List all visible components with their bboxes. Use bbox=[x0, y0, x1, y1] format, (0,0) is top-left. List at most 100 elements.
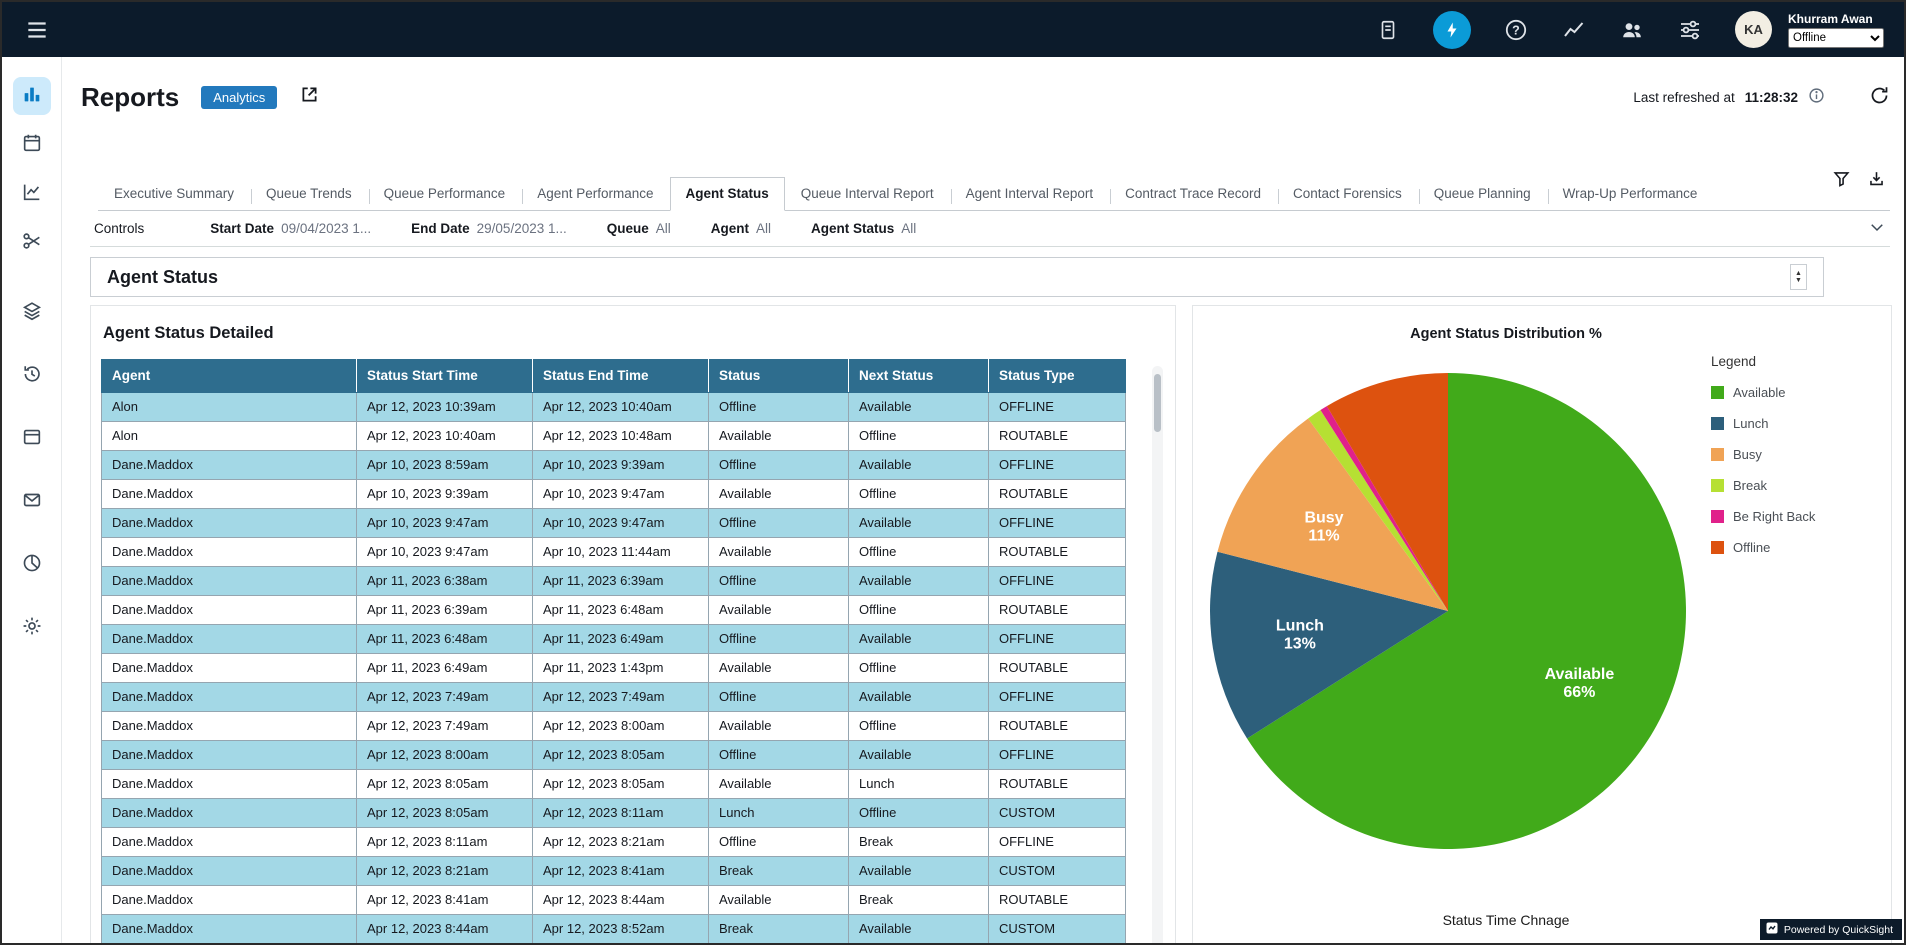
table-row[interactable]: Dane.MaddoxApr 12, 2023 8:44amApr 12, 20… bbox=[102, 915, 1126, 944]
table-row[interactable]: Dane.MaddoxApr 12, 2023 7:49amApr 12, 20… bbox=[102, 712, 1126, 741]
legend-item-busy[interactable]: Busy bbox=[1711, 447, 1889, 462]
sidebar-item-reports[interactable] bbox=[13, 77, 51, 115]
tab-agent-performance[interactable]: Agent Performance bbox=[521, 177, 669, 211]
tab-agent-interval-report[interactable]: Agent Interval Report bbox=[950, 177, 1110, 211]
avatar[interactable]: KA bbox=[1735, 11, 1772, 48]
table-cell: Lunch bbox=[709, 799, 849, 828]
legend-item-be-right-back[interactable]: Be Right Back bbox=[1711, 509, 1889, 524]
table-row[interactable]: Dane.MaddoxApr 10, 2023 8:59amApr 10, 20… bbox=[102, 451, 1126, 480]
tab-queue-interval-report[interactable]: Queue Interval Report bbox=[785, 177, 950, 211]
table-row[interactable]: AlonApr 12, 2023 10:39amApr 12, 2023 10:… bbox=[102, 393, 1126, 422]
section-stepper[interactable]: ▲▼ bbox=[1790, 264, 1807, 290]
menu-button[interactable] bbox=[22, 15, 52, 45]
section-bar: Agent Status ▲▼ bbox=[90, 257, 1824, 297]
table-row[interactable]: Dane.MaddoxApr 12, 2023 8:05amApr 12, 20… bbox=[102, 799, 1126, 828]
table-row[interactable]: Dane.MaddoxApr 12, 2023 8:05amApr 12, 20… bbox=[102, 770, 1126, 799]
table-row[interactable]: Dane.MaddoxApr 11, 2023 6:49amApr 11, 20… bbox=[102, 654, 1126, 683]
table-cell: Break bbox=[709, 857, 849, 886]
legend-item-offline[interactable]: Offline bbox=[1711, 540, 1889, 555]
column-header-status-end-time[interactable]: Status End Time bbox=[533, 360, 709, 393]
user-status-select[interactable]: Offline bbox=[1788, 28, 1884, 48]
tab-queue-planning[interactable]: Queue Planning bbox=[1418, 177, 1547, 211]
legend-item-break[interactable]: Break bbox=[1711, 478, 1889, 493]
table-row[interactable]: Dane.MaddoxApr 12, 2023 8:21amApr 12, 20… bbox=[102, 857, 1126, 886]
table-row[interactable]: Dane.MaddoxApr 12, 2023 8:11amApr 12, 20… bbox=[102, 828, 1126, 857]
filter-label: Queue bbox=[607, 221, 649, 236]
column-header-status-type[interactable]: Status Type bbox=[989, 360, 1126, 393]
filter-agent-status[interactable]: Agent StatusAll bbox=[811, 221, 916, 236]
help-button[interactable]: ? bbox=[1503, 17, 1529, 43]
table-scrollbar[interactable] bbox=[1152, 366, 1163, 943]
table-cell: Offline bbox=[709, 393, 849, 422]
settings-button[interactable] bbox=[1677, 17, 1703, 43]
controls-row: Controls Start Date09/04/2023 1...End Da… bbox=[90, 210, 1890, 247]
table-row[interactable]: Dane.MaddoxApr 11, 2023 6:38amApr 11, 20… bbox=[102, 567, 1126, 596]
table-cell: ROUTABLE bbox=[989, 886, 1126, 915]
tab-wrap-up-performance[interactable]: Wrap-Up Performance bbox=[1547, 177, 1714, 211]
legend-item-available[interactable]: Available bbox=[1711, 385, 1889, 400]
help-icon: ? bbox=[1504, 18, 1528, 42]
team-button[interactable] bbox=[1619, 17, 1645, 43]
table-scrollbar-thumb[interactable] bbox=[1154, 374, 1161, 432]
filter-end-date[interactable]: End Date29/05/2023 1... bbox=[411, 221, 567, 236]
table-row[interactable]: Dane.MaddoxApr 12, 2023 7:49amApr 12, 20… bbox=[102, 683, 1126, 712]
table-row[interactable]: Dane.MaddoxApr 12, 2023 8:00amApr 12, 20… bbox=[102, 741, 1126, 770]
table-cell: Apr 11, 2023 6:48am bbox=[533, 596, 709, 625]
table-cell: Apr 11, 2023 1:43pm bbox=[533, 654, 709, 683]
sidebar-item-schedule[interactable] bbox=[13, 126, 51, 164]
sidebar-item-workspaces[interactable] bbox=[13, 420, 51, 458]
sidebar-item-flows[interactable] bbox=[13, 294, 51, 332]
table-cell: OFFLINE bbox=[989, 451, 1126, 480]
page-title: Reports bbox=[81, 82, 179, 113]
legend-label: Busy bbox=[1733, 447, 1762, 462]
analytics-badge[interactable]: Analytics bbox=[201, 86, 277, 109]
tab-queue-performance[interactable]: Queue Performance bbox=[368, 177, 522, 211]
table-row[interactable]: Dane.MaddoxApr 12, 2023 8:41amApr 12, 20… bbox=[102, 886, 1126, 915]
sidebar-item-routing[interactable] bbox=[13, 224, 51, 262]
info-icon[interactable] bbox=[1808, 87, 1825, 107]
metrics-button[interactable] bbox=[1561, 17, 1587, 43]
topbar: ? KA Khurram Awan bbox=[2, 2, 1904, 57]
notepad-button[interactable] bbox=[1375, 17, 1401, 43]
tab-contract-trace-record[interactable]: Contract Trace Record bbox=[1109, 177, 1277, 211]
quicksight-logo bbox=[1766, 922, 1778, 937]
filter-start-date[interactable]: Start Date09/04/2023 1... bbox=[210, 221, 371, 236]
table-cell: CUSTOM bbox=[989, 915, 1126, 944]
refresh-button[interactable] bbox=[1869, 85, 1890, 109]
table-row[interactable]: Dane.MaddoxApr 11, 2023 6:48amApr 11, 20… bbox=[102, 625, 1126, 654]
legend-item-lunch[interactable]: Lunch bbox=[1711, 416, 1889, 431]
column-header-status-start-time[interactable]: Status Start Time bbox=[357, 360, 533, 393]
sidebar-item-analytics[interactable] bbox=[13, 546, 51, 584]
filter-agent[interactable]: AgentAll bbox=[711, 221, 771, 236]
sidebar-item-metrics[interactable] bbox=[13, 175, 51, 213]
sidebar-item-settings[interactable] bbox=[13, 609, 51, 647]
table-cell: Apr 12, 2023 8:05am bbox=[357, 770, 533, 799]
table-cell: Offline bbox=[849, 654, 989, 683]
tab-agent-status[interactable]: Agent Status bbox=[670, 177, 785, 211]
sidebar-item-history[interactable] bbox=[13, 357, 51, 395]
sidebar-item-messages[interactable] bbox=[13, 483, 51, 521]
legend-swatch bbox=[1711, 386, 1724, 399]
table-cell: OFFLINE bbox=[989, 567, 1126, 596]
column-header-status[interactable]: Status bbox=[709, 360, 849, 393]
tab-queue-trends[interactable]: Queue Trends bbox=[250, 177, 368, 211]
table-row[interactable]: Dane.MaddoxApr 10, 2023 9:47amApr 10, 20… bbox=[102, 509, 1126, 538]
tab-contact-forensics[interactable]: Contact Forensics bbox=[1277, 177, 1418, 211]
column-header-next-status[interactable]: Next Status bbox=[849, 360, 989, 393]
table-cell: Available bbox=[849, 509, 989, 538]
table-row[interactable]: AlonApr 12, 2023 10:40amApr 12, 2023 10:… bbox=[102, 422, 1126, 451]
filter-queue[interactable]: QueueAll bbox=[607, 221, 671, 236]
powered-by-badge[interactable]: Powered by QuickSight bbox=[1760, 919, 1902, 940]
tab-executive-summary[interactable]: Executive Summary bbox=[98, 177, 250, 211]
table-row[interactable]: Dane.MaddoxApr 10, 2023 9:39amApr 10, 20… bbox=[102, 480, 1126, 509]
legend-swatch bbox=[1711, 479, 1724, 492]
column-header-agent[interactable]: Agent bbox=[102, 360, 357, 393]
filter-label: End Date bbox=[411, 221, 470, 236]
table-cell: Available bbox=[849, 915, 989, 944]
table-row[interactable]: Dane.MaddoxApr 10, 2023 9:47amApr 10, 20… bbox=[102, 538, 1126, 567]
controls-collapse-button[interactable] bbox=[1868, 218, 1886, 239]
quick-actions-button[interactable] bbox=[1433, 11, 1471, 49]
chart-footer: Status Time Chnage bbox=[1193, 912, 1819, 928]
table-row[interactable]: Dane.MaddoxApr 11, 2023 6:39amApr 11, 20… bbox=[102, 596, 1126, 625]
open-in-new-button[interactable] bbox=[299, 84, 320, 110]
